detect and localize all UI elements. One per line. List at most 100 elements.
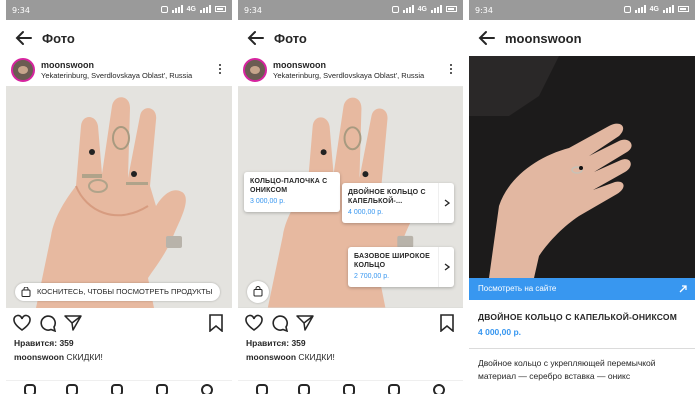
phone-screen-2: 9:34 4G Фото moonswoon Yekaterinburg, Sv… — [238, 0, 463, 394]
signal-icon — [431, 5, 442, 13]
status-time: 9:34 — [12, 6, 30, 15]
bottom-navigation — [238, 380, 463, 394]
hand-on-black-dress-image — [469, 56, 695, 278]
product-tag-price: 2 700,00 р. — [354, 273, 390, 280]
bookmark-icon[interactable] — [438, 314, 456, 332]
product-price: 4 000,00 р. — [478, 327, 522, 337]
shopping-bag-icon — [253, 286, 263, 297]
app-bar: Фото — [6, 20, 232, 56]
hand-with-rings-image — [6, 86, 232, 308]
activity-icon[interactable] — [156, 384, 168, 394]
back-arrow-icon[interactable] — [246, 28, 266, 48]
heart-icon[interactable] — [245, 314, 263, 332]
more-icon[interactable] — [219, 64, 222, 76]
product-tag-name: ДВОЙНОЕ КОЛЬЦО С КАПЕЛЬКОЙ-... — [348, 189, 426, 205]
status-bar: 9:34 4G — [6, 0, 232, 20]
post-actions — [6, 314, 232, 336]
alarm-icon — [160, 5, 168, 13]
network-label: 4G — [186, 5, 196, 13]
likes-count[interactable]: Нравится: 359 — [14, 338, 74, 348]
post-actions — [238, 314, 463, 336]
product-photo[interactable] — [469, 56, 695, 278]
post-caption: moonswoon СКИДКИ! — [246, 352, 335, 362]
add-post-icon[interactable] — [343, 384, 355, 394]
phone-screen-1: 9:34 4G Фото moonswoon Yekaterinburg, Sv… — [6, 0, 232, 394]
divider — [469, 348, 695, 349]
post-photo[interactable]: КОСНИТЕСЬ, ЧТОБЫ ПОСМОТРЕТЬ ПРОДУКТЫ — [6, 86, 232, 308]
caption-username[interactable]: moonswoon — [14, 352, 64, 362]
alarm-icon — [623, 5, 631, 13]
shopping-bag-icon — [21, 287, 31, 297]
product-tag[interactable]: БАЗОВОЕ ШИРОКОЕ КОЛЬЦО 2 700,00 р. — [348, 247, 454, 287]
phone-screen-3: 9:34 4G moonswoon Посмотреть на сайте ДВ… — [469, 0, 695, 394]
chevron-right-icon[interactable] — [438, 247, 454, 287]
product-tag-name: КОЛЬЦО-ПАЛОЧКА С ОНИКСОМ — [250, 178, 328, 194]
screenshot-triptych: 9:34 4G Фото moonswoon Yekaterinburg, Sv… — [0, 0, 700, 394]
signal-icon — [402, 5, 414, 13]
share-icon[interactable] — [296, 314, 314, 332]
profile-icon[interactable] — [433, 384, 445, 394]
page-title: moonswoon — [505, 31, 582, 46]
activity-icon[interactable] — [388, 384, 400, 394]
signal-icon — [171, 5, 183, 13]
post-username[interactable]: moonswoon — [273, 60, 326, 70]
caption-username[interactable]: moonswoon — [246, 352, 296, 362]
view-on-website-button[interactable]: Посмотреть на сайте — [469, 278, 695, 300]
page-title: Фото — [42, 31, 75, 46]
post-photo[interactable]: КОЛЬЦО-ПАЛОЧКА С ОНИКСОМ 3 000,00 р. ДВОЙ… — [238, 86, 463, 308]
status-time: 9:34 — [475, 6, 493, 15]
heart-icon[interactable] — [13, 314, 31, 332]
comment-icon[interactable] — [271, 314, 289, 332]
profile-icon[interactable] — [201, 384, 213, 394]
chevron-right-icon[interactable] — [438, 183, 454, 223]
home-icon[interactable] — [256, 384, 268, 394]
likes-count[interactable]: Нравится: 359 — [246, 338, 306, 348]
status-bar: 9:34 4G — [469, 0, 695, 20]
bottom-navigation — [6, 380, 232, 394]
tap-to-view-products-hint[interactable]: КОСНИТЕСЬ, ЧТОБЫ ПОСМОТРЕТЬ ПРОДУКТЫ — [15, 283, 221, 301]
post-location[interactable]: Yekaterinburg, Sverdlovskaya Oblast', Ru… — [273, 71, 424, 80]
tap-hint-label: КОСНИТЕСЬ, ЧТОБЫ ПОСМОТРЕТЬ ПРОДУКТЫ — [37, 287, 213, 296]
add-post-icon[interactable] — [111, 384, 123, 394]
status-time: 9:34 — [244, 6, 262, 15]
page-title: Фото — [274, 31, 307, 46]
app-bar: Фото — [238, 20, 463, 56]
product-tag-price: 3 000,00 р. — [250, 198, 286, 205]
alarm-icon — [391, 5, 399, 13]
signal-icon — [663, 5, 674, 13]
search-icon[interactable] — [66, 384, 78, 394]
back-arrow-icon[interactable] — [477, 28, 497, 48]
home-icon[interactable] — [24, 384, 36, 394]
bookmark-icon[interactable] — [207, 314, 225, 332]
battery-icon — [678, 6, 689, 12]
product-tag[interactable]: КОЛЬЦО-ПАЛОЧКА С ОНИКСОМ 3 000,00 р. — [244, 172, 340, 212]
battery-icon — [215, 6, 226, 12]
avatar[interactable] — [11, 58, 35, 82]
caption-text: СКИДКИ! — [296, 352, 335, 362]
signal-icon — [634, 5, 646, 13]
comment-icon[interactable] — [39, 314, 57, 332]
network-label: 4G — [417, 5, 427, 13]
external-arrow-icon — [679, 285, 687, 293]
signal-icon — [200, 5, 211, 13]
battery-icon — [446, 6, 457, 12]
product-title: ДВОЙНОЕ КОЛЬЦО С КАПЕЛЬКОЙ-ОНИКСОМ — [478, 312, 677, 322]
view-on-website-label: Посмотреть на сайте — [478, 284, 557, 293]
product-tag-price: 4 000,00 р. — [348, 209, 384, 216]
product-tag-name: БАЗОВОЕ ШИРОКОЕ КОЛЬЦО — [354, 253, 430, 269]
more-icon[interactable] — [450, 64, 453, 76]
post-username[interactable]: moonswoon — [41, 60, 94, 70]
share-icon[interactable] — [64, 314, 82, 332]
back-arrow-icon[interactable] — [14, 28, 34, 48]
post-header: moonswoon Yekaterinburg, Sverdlovskaya O… — [6, 56, 232, 86]
post-location[interactable]: Yekaterinburg, Sverdlovskaya Oblast', Ru… — [41, 71, 192, 80]
product-tag[interactable]: ДВОЙНОЕ КОЛЬЦО С КАПЕЛЬКОЙ-... 4 000,00 р… — [342, 183, 454, 223]
product-description: Двойное кольцо с укрепляющей перемычкой … — [478, 358, 656, 381]
status-bar: 9:34 4G — [238, 0, 463, 20]
post-caption: moonswoon СКИДКИ! — [14, 352, 103, 362]
network-label: 4G — [649, 5, 659, 13]
caption-text: СКИДКИ! — [64, 352, 103, 362]
shopping-bag-button[interactable] — [247, 281, 269, 303]
search-icon[interactable] — [298, 384, 310, 394]
avatar[interactable] — [243, 58, 267, 82]
